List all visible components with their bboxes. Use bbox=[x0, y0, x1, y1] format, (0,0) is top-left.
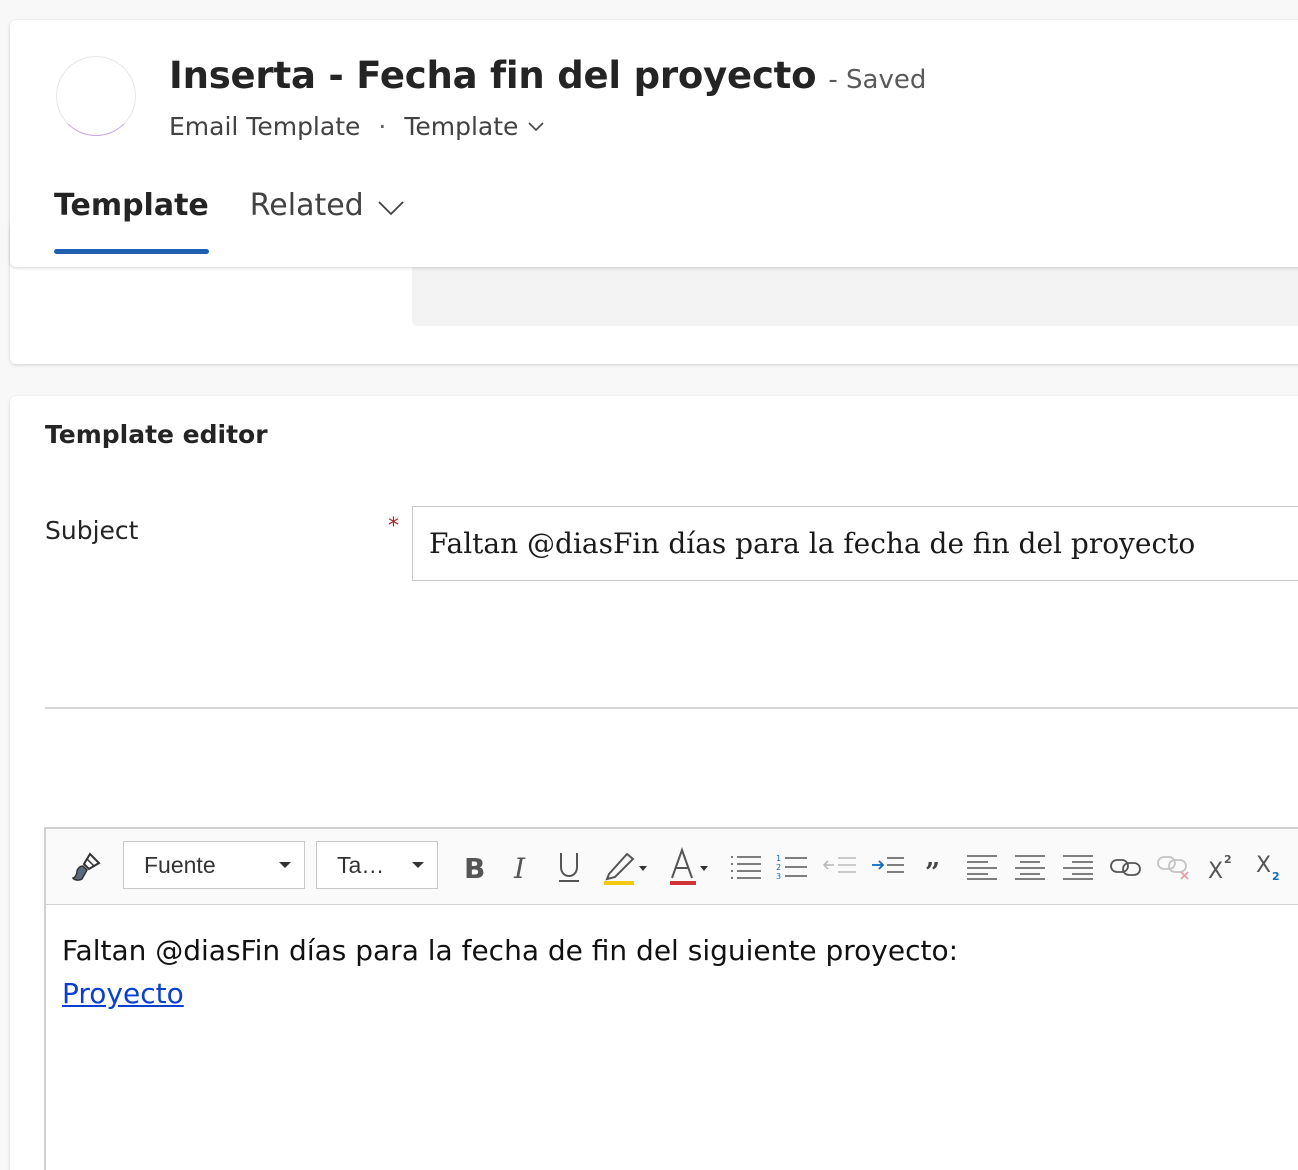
svg-text:2: 2 bbox=[776, 863, 781, 872]
remove-link-button[interactable] bbox=[1154, 847, 1194, 887]
blockquote-button[interactable]: ” bbox=[914, 847, 954, 887]
tab-list: Template Related bbox=[54, 188, 404, 254]
svg-text:I: I bbox=[513, 852, 526, 882]
section-divider bbox=[45, 707, 1298, 709]
svg-text:X: X bbox=[1208, 859, 1223, 881]
svg-text:3: 3 bbox=[776, 872, 781, 880]
record-header: Inserta - Fecha fin del proyecto - Saved… bbox=[10, 20, 1298, 267]
bold-icon: B bbox=[464, 852, 485, 882]
font-color-button[interactable] bbox=[666, 843, 716, 889]
readonly-field-area bbox=[412, 266, 1298, 326]
tab-related-label: Related bbox=[249, 188, 364, 223]
align-right-button[interactable] bbox=[1058, 847, 1098, 887]
record-title-row: Inserta - Fecha fin del proyecto - Saved bbox=[169, 54, 926, 97]
underline-button[interactable] bbox=[551, 845, 587, 889]
record-subtitle: Email Template · Template bbox=[169, 112, 544, 141]
entity-name: Email Template bbox=[169, 112, 361, 141]
insert-link-button[interactable] bbox=[1106, 847, 1146, 887]
quote-icon: ” bbox=[925, 858, 940, 877]
align-left-icon bbox=[967, 855, 997, 880]
svg-text:B: B bbox=[464, 852, 485, 882]
section-title: Template editor bbox=[45, 420, 268, 449]
paintbrush-icon bbox=[71, 852, 101, 881]
increase-indent-button[interactable] bbox=[868, 847, 908, 887]
superscript-button[interactable]: X 2 bbox=[1202, 847, 1242, 887]
highlight-color-button[interactable] bbox=[598, 843, 654, 889]
subject-label: Subject bbox=[45, 516, 139, 545]
save-status: - Saved bbox=[828, 65, 927, 95]
caret-down-icon bbox=[412, 862, 424, 868]
unlink-icon bbox=[1157, 856, 1189, 880]
template-editor-section: Template editor Subject * Fuente Ta… bbox=[10, 396, 1298, 1170]
italic-icon: I bbox=[513, 852, 526, 882]
align-left-button[interactable] bbox=[962, 847, 1002, 887]
svg-text:2: 2 bbox=[1272, 870, 1280, 882]
link-icon bbox=[1110, 859, 1141, 876]
align-center-button[interactable] bbox=[1010, 847, 1050, 887]
chevron-down-icon bbox=[528, 121, 544, 131]
svg-text:1: 1 bbox=[776, 854, 781, 863]
record-avatar bbox=[56, 56, 136, 136]
highlighter-icon bbox=[604, 852, 647, 885]
tab-template-label: Template bbox=[54, 188, 209, 223]
tab-related[interactable]: Related bbox=[250, 188, 404, 254]
subscript-icon: X 2 bbox=[1256, 853, 1280, 882]
decrease-indent-icon bbox=[823, 857, 856, 873]
increase-indent-icon bbox=[872, 857, 904, 873]
font-family-value: Fuente bbox=[144, 851, 216, 878]
subscript-button[interactable]: X 2 bbox=[1250, 847, 1290, 887]
tab-template[interactable]: Template bbox=[54, 188, 209, 254]
italic-button[interactable]: I bbox=[504, 847, 540, 887]
bold-button[interactable]: B bbox=[456, 847, 492, 887]
form-selector[interactable]: Template bbox=[404, 112, 544, 141]
subject-input[interactable] bbox=[412, 506, 1298, 581]
rte-content[interactable]: Faltan @diasFin días para la fecha de fi… bbox=[46, 905, 1298, 1039]
font-family-select[interactable]: Fuente bbox=[123, 841, 305, 889]
project-link[interactable]: Proyecto bbox=[62, 977, 184, 1010]
required-indicator: * bbox=[388, 514, 399, 539]
align-right-icon bbox=[1063, 855, 1093, 880]
font-color-icon bbox=[670, 847, 708, 885]
format-painter-button[interactable] bbox=[66, 847, 106, 887]
chevron-down-icon bbox=[378, 201, 404, 216]
numbered-list-icon: 123 bbox=[776, 854, 807, 880]
svg-text:X: X bbox=[1256, 853, 1271, 878]
underline-icon bbox=[559, 853, 579, 882]
caret-down-icon bbox=[279, 862, 291, 868]
decrease-indent-button[interactable] bbox=[820, 847, 860, 887]
font-size-select[interactable]: Ta… bbox=[316, 841, 438, 889]
font-size-value: Ta… bbox=[337, 851, 385, 878]
record-title: Inserta - Fecha fin del proyecto bbox=[169, 54, 817, 97]
subtitle-separator: · bbox=[378, 112, 387, 141]
superscript-icon: X 2 bbox=[1208, 853, 1232, 881]
rich-text-editor: Fuente Ta… B I 1 2 3 ” X 2 X 2 Faltan @d… bbox=[44, 827, 1298, 1170]
numbered-list-button[interactable]: 123 bbox=[772, 847, 812, 887]
bulleted-list-icon bbox=[731, 856, 761, 879]
bulleted-list-button[interactable] bbox=[726, 847, 766, 887]
form-selector-label: Template bbox=[404, 112, 519, 141]
rte-toolbar: Fuente Ta… B I 1 2 3 ” X 2 X 2 bbox=[46, 829, 1298, 905]
align-center-icon bbox=[1015, 855, 1045, 880]
body-text-line: Faltan @diasFin días para la fecha de fi… bbox=[62, 934, 959, 967]
svg-text:2: 2 bbox=[1224, 853, 1232, 866]
svg-text:”: ” bbox=[925, 858, 940, 877]
